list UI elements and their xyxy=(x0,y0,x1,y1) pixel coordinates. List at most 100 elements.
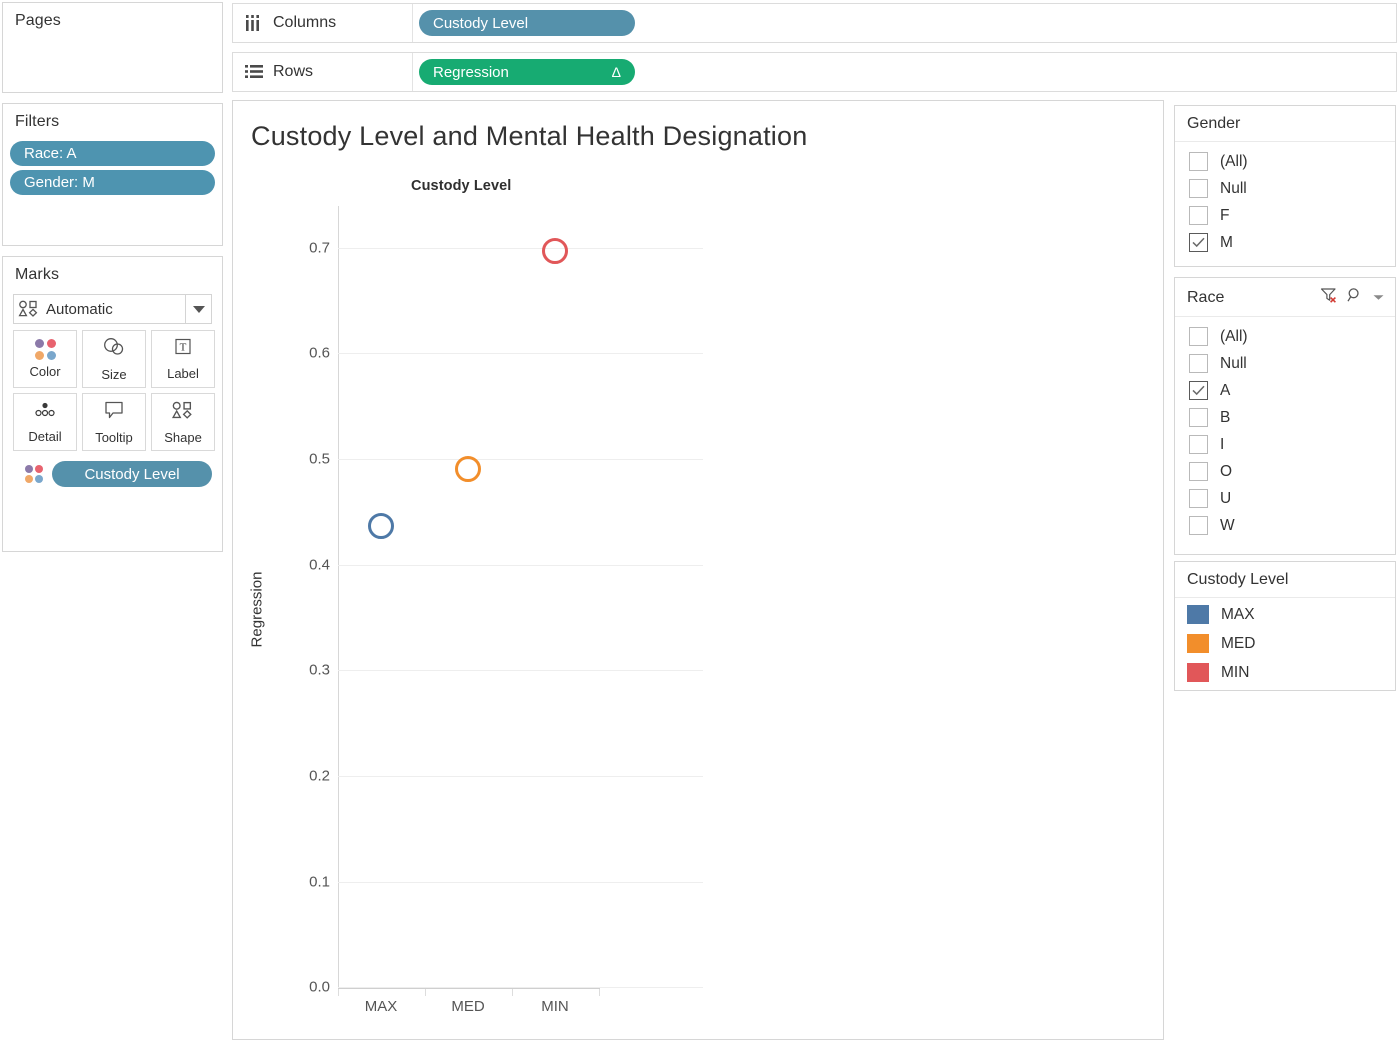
race-option-label: Null xyxy=(1220,355,1247,373)
tableau-workbook: Pages Columns Custody Level xyxy=(0,0,1400,1045)
race-option-all[interactable]: (All) xyxy=(1175,323,1395,350)
race-option-label: O xyxy=(1220,463,1232,481)
shape-button[interactable]: Shape xyxy=(151,393,215,451)
gender-option-label: Null xyxy=(1220,180,1247,198)
rows-label: Rows xyxy=(273,63,313,81)
race-option-u[interactable]: U xyxy=(1175,485,1395,512)
marks-buttons-grid: Color Size T Label xyxy=(13,330,222,451)
legend-item-min[interactable]: MIN xyxy=(1175,658,1395,687)
plot-area: 0.0 0.1 0.2 0.3 0.4 0.5 0.6 0.7 MAX MED … xyxy=(338,206,703,988)
race-option-a[interactable]: A xyxy=(1175,377,1395,404)
y-axis-line xyxy=(338,206,339,988)
tooltip-button[interactable]: Tooltip xyxy=(82,393,146,451)
race-option-w[interactable]: W xyxy=(1175,512,1395,539)
x-tick-label-med[interactable]: MED xyxy=(451,998,484,1015)
shape-glyphs-icon xyxy=(171,400,195,426)
checkbox-unchecked-icon[interactable] xyxy=(1189,206,1208,225)
checkbox-unchecked-icon[interactable] xyxy=(1189,462,1208,481)
mark-type-selector[interactable]: Automatic xyxy=(13,294,212,324)
color-button[interactable]: Color xyxy=(13,330,77,388)
gridline xyxy=(338,565,703,566)
columns-shelf[interactable]: Columns Custody Level xyxy=(232,3,1397,43)
race-option-label: U xyxy=(1220,490,1231,508)
checkbox-unchecked-icon[interactable] xyxy=(1189,516,1208,535)
color-legend-header: Custody Level xyxy=(1175,562,1395,598)
chevron-down-icon xyxy=(193,306,205,313)
race-filter-header: Race xyxy=(1175,278,1395,317)
race-option-b[interactable]: B xyxy=(1175,404,1395,431)
legend-swatch xyxy=(1187,605,1209,624)
legend-item-label: MED xyxy=(1221,635,1255,653)
x-tick-separator xyxy=(425,989,426,996)
gridline xyxy=(338,882,703,883)
race-option-o[interactable]: O xyxy=(1175,458,1395,485)
filter-pill-gender[interactable]: Gender: M xyxy=(10,170,215,195)
legend-item-label: MAX xyxy=(1221,606,1255,624)
data-point-med[interactable] xyxy=(455,456,481,482)
checkbox-checked-icon[interactable] xyxy=(1189,381,1208,400)
color-dots-icon xyxy=(35,339,56,360)
page-title: Custody Level and Mental Health Designat… xyxy=(251,121,807,152)
race-option-null[interactable]: Null xyxy=(1175,350,1395,377)
legend-swatch xyxy=(1187,634,1209,653)
race-option-i[interactable]: I xyxy=(1175,431,1395,458)
filter-pill-race[interactable]: Race: A xyxy=(10,141,215,166)
race-option-label: I xyxy=(1220,436,1224,454)
marks-title: Marks xyxy=(3,257,222,292)
checkbox-unchecked-icon[interactable] xyxy=(1189,408,1208,427)
checkbox-checked-icon[interactable] xyxy=(1189,233,1208,252)
y-tick-label: 0.6 xyxy=(309,345,330,362)
size-circles-icon xyxy=(101,336,127,363)
mark-type-dropdown[interactable] xyxy=(185,295,211,323)
pill-custody-level-color[interactable]: Custody Level xyxy=(52,461,212,487)
chart-subtitle: Custody Level xyxy=(411,178,511,194)
size-button[interactable]: Size xyxy=(82,330,146,388)
tooltip-button-label: Tooltip xyxy=(95,430,133,445)
detail-button[interactable]: Detail xyxy=(13,393,77,451)
gender-filter-header: Gender xyxy=(1175,106,1395,142)
data-point-max[interactable] xyxy=(368,513,394,539)
checkbox-unchecked-icon[interactable] xyxy=(1189,327,1208,346)
checkbox-unchecked-icon[interactable] xyxy=(1189,489,1208,508)
pill-custody-level-columns[interactable]: Custody Level xyxy=(419,10,635,36)
shape-button-label: Shape xyxy=(164,430,202,445)
legend-item-med[interactable]: MED xyxy=(1175,629,1395,658)
race-filter-header-icons xyxy=(1320,287,1385,308)
shape-glyphs-icon xyxy=(14,299,44,319)
color-legend-card: Custody Level MAX MED MIN xyxy=(1174,561,1396,691)
rows-drop-zone[interactable]: Regression Δ xyxy=(413,53,1396,91)
y-tick-label: 0.2 xyxy=(309,768,330,785)
columns-drop-zone[interactable]: Custody Level xyxy=(413,4,1396,42)
search-icon[interactable] xyxy=(1347,287,1363,308)
y-tick-label: 0.0 xyxy=(309,979,330,996)
marks-card-color-custody-level[interactable]: Custody Level xyxy=(25,461,222,487)
race-option-label: A xyxy=(1220,382,1230,400)
chevron-down-icon[interactable] xyxy=(1372,289,1385,307)
legend-item-max[interactable]: MAX xyxy=(1175,600,1395,629)
checkbox-unchecked-icon[interactable] xyxy=(1189,354,1208,373)
color-legend-title: Custody Level xyxy=(1187,571,1288,589)
pill-label: Custody Level xyxy=(84,466,179,483)
gender-option-null[interactable]: Null xyxy=(1175,175,1395,202)
gender-option-m[interactable]: M xyxy=(1175,229,1395,256)
checkbox-unchecked-icon[interactable] xyxy=(1189,179,1208,198)
x-tick-label-min[interactable]: MIN xyxy=(541,998,569,1015)
data-point-min[interactable] xyxy=(542,238,568,264)
x-axis-line xyxy=(338,988,600,989)
gender-option-all[interactable]: (All) xyxy=(1175,148,1395,175)
checkbox-unchecked-icon[interactable] xyxy=(1189,435,1208,454)
clear-filter-icon[interactable] xyxy=(1320,287,1338,308)
x-tick-label-max[interactable]: MAX xyxy=(365,998,398,1015)
y-tick-label: 0.3 xyxy=(309,662,330,679)
tooltip-bubble-icon xyxy=(102,400,126,426)
checkbox-unchecked-icon[interactable] xyxy=(1189,152,1208,171)
y-tick-label: 0.7 xyxy=(309,240,330,257)
gender-option-f[interactable]: F xyxy=(1175,202,1395,229)
marks-panel: Marks Automatic Color xyxy=(2,256,223,552)
rows-icon xyxy=(245,64,263,80)
race-option-label: W xyxy=(1220,517,1235,535)
pill-regression-rows[interactable]: Regression Δ xyxy=(419,59,635,85)
rows-shelf[interactable]: Rows Regression Δ xyxy=(232,52,1397,92)
pages-title: Pages xyxy=(3,3,222,38)
label-button[interactable]: T Label xyxy=(151,330,215,388)
